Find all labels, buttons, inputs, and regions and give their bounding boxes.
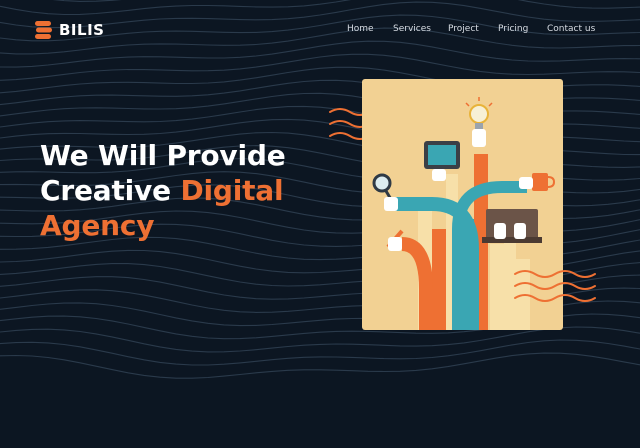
nav-pricing[interactable]: Pricing (498, 24, 528, 34)
wave-line (0, 0, 640, 16)
wave-line (52, 0, 122, 2)
nav-project[interactable]: Project (448, 24, 479, 34)
hero-word-creative: Creative (40, 174, 171, 207)
main-nav: Home Services Project Pricing Contact us (0, 24, 640, 38)
nav-services[interactable]: Services (393, 24, 431, 34)
squiggle-decoration-right (514, 270, 596, 302)
hero-heading: We Will Provide Creative Digital Agency (40, 138, 340, 243)
hero-line-3: Agency (40, 209, 155, 242)
hero-line-2: Creative Digital (40, 173, 340, 208)
hero-line-1: We Will Provide (40, 139, 286, 172)
wave-line (0, 40, 640, 68)
nav-contact[interactable]: Contact us (547, 24, 595, 34)
wave-line (0, 326, 640, 353)
nav-home[interactable]: Home (347, 24, 374, 34)
wave-line (0, 339, 640, 366)
hero-word-digital: Digital (180, 174, 284, 207)
wave-line (0, 53, 640, 81)
